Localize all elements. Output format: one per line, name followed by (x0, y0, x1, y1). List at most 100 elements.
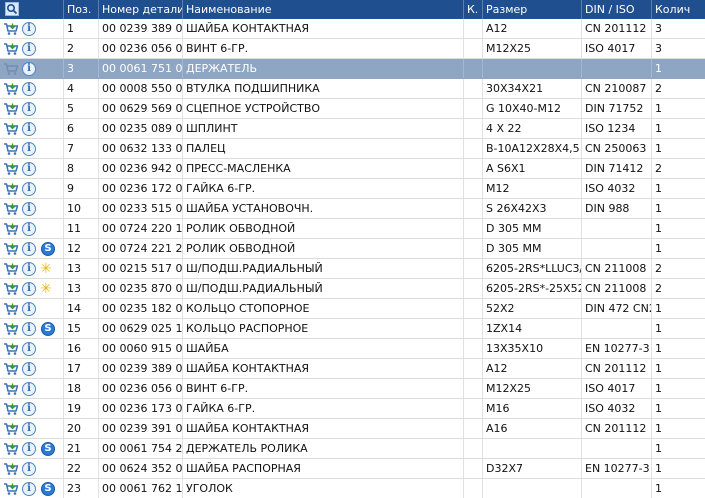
table-row[interactable]: i 8 00 0236 942 0 ПРЕСС-МАСЛЕНКА A S6X1 DIN 7… (0, 159, 705, 179)
table-row[interactable]: i 2 00 0236 056 0 ВИНТ 6-ГР. M12X25 ISO 4017 3 (0, 39, 705, 59)
table-row[interactable]: i 22 00 0624 352 0 ШАЙБА РАСПОРНАЯ D32X7 EN 1… (0, 459, 705, 479)
info-icon[interactable]: i (22, 422, 36, 436)
add-to-cart-icon[interactable] (3, 282, 19, 296)
info-icon[interactable]: i (22, 282, 36, 296)
cell-size: D32X7 (483, 459, 582, 478)
table-row[interactable]: i 6 00 0235 089 0 ШПЛИНТ 4 X 22 ISO 1234 1 (0, 119, 705, 139)
add-to-cart-icon[interactable] (3, 422, 19, 436)
header-k[interactable]: К. (464, 0, 483, 19)
table-row[interactable]: i 3 00 0061 751 0 ДЕРЖАТЕЛЬ 1 (0, 59, 705, 79)
cell-din-iso: CN 201112 (582, 19, 652, 38)
info-icon[interactable]: i (22, 82, 36, 96)
service-badge-icon[interactable]: S (41, 442, 55, 456)
header-part-number[interactable]: Номер детали (99, 0, 183, 19)
add-to-cart-icon[interactable] (3, 182, 19, 196)
add-to-cart-icon[interactable] (3, 162, 19, 176)
info-icon[interactable]: i (22, 402, 36, 416)
info-icon[interactable]: i (22, 462, 36, 476)
table-row[interactable]: i 14 00 0235 182 0 КОЛЬЦО СТОПОРНОЕ 52X2 DIN … (0, 299, 705, 319)
add-to-cart-icon[interactable] (3, 462, 19, 476)
cart-disabled-icon[interactable] (3, 62, 19, 76)
info-icon[interactable]: i (22, 102, 36, 116)
table-row[interactable]: i 5 00 0629 569 0 СЦЕПНОЕ УСТРОЙСТВО G 10X40… (0, 99, 705, 119)
add-to-cart-icon[interactable] (3, 302, 19, 316)
add-to-cart-icon[interactable] (3, 22, 19, 36)
info-icon[interactable]: i (22, 42, 36, 56)
cell-size: G 10X40-M12 (483, 99, 582, 118)
add-to-cart-icon[interactable] (3, 262, 19, 276)
service-badge-icon[interactable]: S (41, 322, 55, 336)
table-row[interactable]: i 19 00 0236 173 0 ГАЙКА 6-ГР. M16 ISO 4032 1 (0, 399, 705, 419)
add-to-cart-icon[interactable] (3, 42, 19, 56)
table-row[interactable]: i 10 00 0233 515 0 ШАЙБА УСТАНОВОЧН. S 26X42… (0, 199, 705, 219)
table-row[interactable]: i ✳ 13 00 0215 517 0 Ш/ПОДШ.РАДИАЛЬНЫЙ 6205-2… (0, 259, 705, 279)
add-to-cart-icon[interactable] (3, 142, 19, 156)
header-din-iso[interactable]: DIN / ISO (582, 0, 652, 19)
info-icon[interactable]: i (22, 442, 36, 456)
table-row[interactable]: i 1 00 0239 389 0 ШАЙБА КОНТАКТНАЯ A12 CN 201… (0, 19, 705, 39)
info-icon[interactable]: i (22, 202, 36, 216)
cell-icons: i (0, 119, 64, 138)
add-to-cart-icon[interactable] (3, 382, 19, 396)
cell-icons: i (0, 179, 64, 198)
cell-pos: 12 (64, 239, 99, 258)
table-row[interactable]: i 4 00 0008 550 0 ВТУЛКА ПОДШИПНИКА 30X34X21… (0, 79, 705, 99)
header-pos[interactable]: Поз. (64, 0, 99, 19)
add-to-cart-icon[interactable] (3, 482, 19, 496)
cell-pos: 23 (64, 479, 99, 498)
info-icon[interactable]: i (22, 162, 36, 176)
info-icon[interactable]: i (22, 362, 36, 376)
add-to-cart-icon[interactable] (3, 222, 19, 236)
cell-pos: 1 (64, 19, 99, 38)
header-qty[interactable]: Колич (652, 0, 705, 19)
info-icon[interactable]: i (22, 62, 36, 76)
table-row[interactable]: i S 15 00 0629 025 1 КОЛЬЦО РАСПОРНОЕ 1ZX14 1 (0, 319, 705, 339)
info-icon[interactable]: i (22, 242, 36, 256)
info-icon[interactable]: i (22, 142, 36, 156)
info-icon[interactable]: i (22, 122, 36, 136)
add-to-cart-icon[interactable] (3, 82, 19, 96)
info-icon[interactable]: i (22, 342, 36, 356)
table-row[interactable]: i ✳ 13 00 0235 870 0 Ш/ПОДШ.РАДИАЛЬНЫЙ 6205-2… (0, 279, 705, 299)
table-row[interactable]: i 9 00 0236 172 0 ГАЙКА 6-ГР. M12 ISO 4032 1 (0, 179, 705, 199)
info-icon[interactable]: i (22, 222, 36, 236)
service-badge-icon[interactable]: S (41, 242, 55, 256)
header-size[interactable]: Размер (483, 0, 582, 19)
info-icon[interactable]: i (22, 482, 36, 496)
table-row[interactable]: i S 23 00 0061 762 1 УГОЛОК 1 (0, 479, 705, 498)
info-icon[interactable]: i (22, 262, 36, 276)
table-row[interactable]: i 16 00 0060 915 0 ШАЙБА 13X35X10 EN 10277-3 1 (0, 339, 705, 359)
table-row[interactable]: i 20 00 0239 391 0 ШАЙБА КОНТАКТНАЯ A16 CN 20… (0, 419, 705, 439)
table-row[interactable]: i 18 00 0236 056 0 ВИНТ 6-ГР. M12X25 ISO 4017… (0, 379, 705, 399)
service-badge-icon[interactable]: S (41, 482, 55, 496)
cell-qty: 3 (655, 22, 662, 35)
table-row[interactable]: i 11 00 0724 220 1 РОЛИК ОБВОДНОЙ D 305 MM 1 (0, 219, 705, 239)
info-icon[interactable]: i (22, 182, 36, 196)
add-to-cart-icon[interactable] (3, 342, 19, 356)
add-to-cart-icon[interactable] (3, 402, 19, 416)
table-row[interactable]: i S 21 00 0061 754 2 ДЕРЖАТЕЛЬ РОЛИКА 1 (0, 439, 705, 459)
add-to-cart-icon[interactable] (3, 442, 19, 456)
header-name[interactable]: Наименование (183, 0, 464, 19)
cell-part-number: 00 0624 352 0 (99, 459, 183, 478)
table-row[interactable]: i 17 00 0239 389 0 ШАЙБА КОНТАКТНАЯ A12 CN 20… (0, 359, 705, 379)
cell-name: Ш/ПОДШ.РАДИАЛЬНЫЙ (183, 279, 464, 298)
info-icon[interactable]: i (22, 322, 36, 336)
cell-k (464, 159, 483, 178)
table-row[interactable]: i 7 00 0632 133 0 ПАЛЕЦ B-10A12X28X4,5 CN 250… (0, 139, 705, 159)
add-to-cart-icon[interactable] (3, 102, 19, 116)
table-row[interactable]: i S 12 00 0724 221 2 РОЛИК ОБВОДНОЙ D 305 MM 1 (0, 239, 705, 259)
add-to-cart-icon[interactable] (3, 362, 19, 376)
info-icon[interactable]: i (22, 302, 36, 316)
cell-icons: i (0, 99, 64, 118)
info-icon[interactable]: i (22, 382, 36, 396)
add-to-cart-icon[interactable] (3, 122, 19, 136)
header-icons-column[interactable] (0, 0, 64, 19)
add-to-cart-icon[interactable] (3, 322, 19, 336)
add-to-cart-icon[interactable] (3, 242, 19, 256)
add-to-cart-icon[interactable] (3, 202, 19, 216)
cell-k (464, 179, 483, 198)
search-icon[interactable] (5, 2, 19, 16)
info-icon[interactable]: i (22, 22, 36, 36)
cell-k (464, 139, 483, 158)
